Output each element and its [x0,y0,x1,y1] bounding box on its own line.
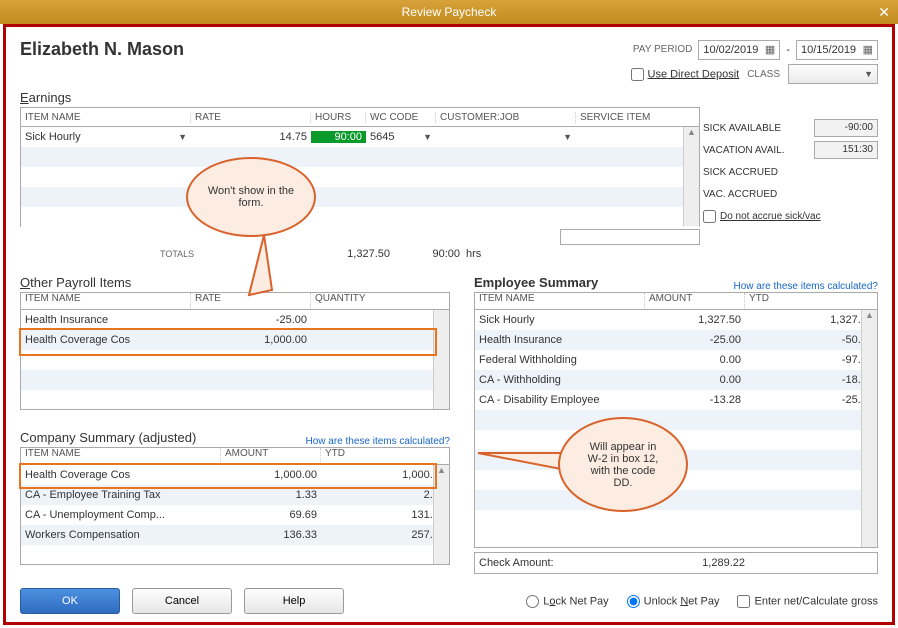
window-title: Review Paycheck [402,5,497,19]
class-select[interactable]: ▼ [788,64,878,84]
calendar-icon[interactable]: ▦ [863,43,873,56]
date-to[interactable]: 10/15/2019 ▦ [796,40,878,60]
wc-dropdown[interactable]: 5645▼ [370,131,432,143]
accrual-panel: SICK AVAILABLE-90:00 VACATION AVAIL.151:… [703,117,878,227]
sick-available[interactable]: -90:00 [814,119,878,137]
scrollbar[interactable]: ▲ [433,465,449,564]
date-from[interactable]: 10/02/2019 ▦ [698,40,780,60]
employee-summary-title: Employee Summary [474,275,598,290]
chevron-down-icon: ▼ [423,132,432,142]
scrollbar[interactable] [433,310,449,409]
close-icon[interactable]: ✕ [878,0,890,24]
help-button[interactable]: Help [244,588,344,614]
callout-tail [476,445,566,475]
service-item-dropdown[interactable] [560,229,700,245]
hours-field[interactable]: 90:00 [311,131,366,143]
customer-dropdown[interactable]: ▼ [440,132,572,142]
ok-button[interactable]: OK [20,588,120,614]
class-label: CLASS [747,69,780,80]
earnings-grid[interactable]: Sick Hourly▼ 14.75 90:00 5645▼ ▼ ▲ [20,127,700,227]
pay-period-label: PAY PERIOD [633,44,692,55]
chevron-down-icon: ▼ [178,132,187,142]
employee-name: Elizabeth N. Mason [20,39,184,60]
earnings-title: Earnings [20,90,878,105]
scrollbar[interactable]: ▲ [683,127,699,226]
lock-net-pay-radio[interactable]: Lock Net Pay [526,595,608,608]
cancel-button[interactable]: Cancel [132,588,232,614]
callout-tail [244,235,284,305]
do-not-accrue-checkbox[interactable]: Do not accrue sick/vac [703,210,821,223]
scrollbar[interactable]: ▲ [861,310,877,547]
vacation-available[interactable]: 151:30 [814,141,878,159]
other-items-grid[interactable]: Health Insurance-25.00 Health Coverage C… [20,310,450,410]
calendar-icon[interactable]: ▦ [765,43,775,56]
other-items-title: Other Payroll Items [20,275,450,290]
company-summary-grid[interactable]: Health Coverage Cos1,000.001,000.00 CA -… [20,465,450,565]
enter-net-checkbox[interactable]: Enter net/Calculate gross [737,595,878,608]
earn-item-dropdown[interactable]: Sick Hourly▼ [25,131,187,143]
earnings-header: ITEM NAME RATE HOURS WC CODE CUSTOMER:JO… [20,107,700,127]
unlock-net-pay-radio[interactable]: Unlock Net Pay [627,595,720,608]
earnings-totals: TOTALS 1,327.50 90:00 hrs [20,245,700,263]
titlebar: Review Paycheck ✕ [0,0,898,24]
check-amount-row: Check Amount: 1,289.22 [474,552,878,574]
company-summary-title: Company Summary (adjusted) [20,430,196,445]
callout-wont-show: Won't show in the form. [186,157,316,237]
how-calculated-link[interactable]: How are these items calculated? [305,436,450,447]
review-paycheck-window: Review Paycheck ✕ Elizabeth N. Mason PAY… [0,0,898,628]
use-direct-deposit-checkbox[interactable]: Use Direct Deposit [631,68,740,81]
chevron-down-icon: ▼ [563,132,572,142]
how-calculated-link[interactable]: How are these items calculated? [733,281,878,292]
callout-w2: Will appear inW-2 in box 12,with the cod… [558,417,688,512]
employee-summary-grid[interactable]: Sick Hourly1,327.501,327.50 Health Insur… [474,310,878,548]
chevron-down-icon: ▼ [864,69,873,79]
